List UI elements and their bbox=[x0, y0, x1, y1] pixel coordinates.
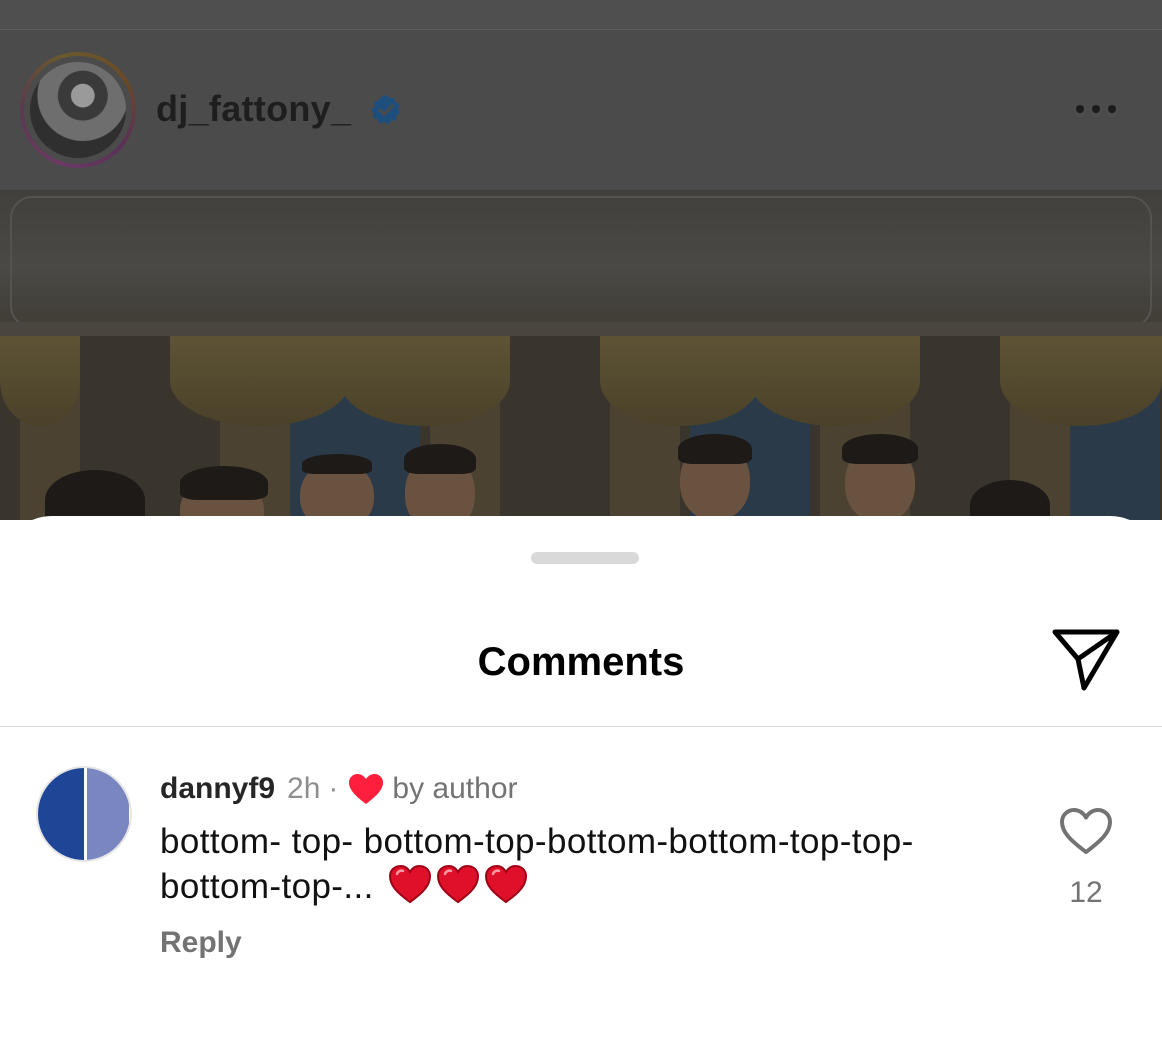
comment-body: bottom- top- bottom-top-bottom-bottom-to… bbox=[160, 822, 914, 906]
post-header: dj_fattony_ bbox=[0, 30, 1162, 190]
heart-outline-icon[interactable] bbox=[1058, 806, 1114, 856]
meta-separator: · bbox=[328, 772, 339, 805]
comment-time: 2h bbox=[287, 772, 321, 805]
sheet-divider bbox=[0, 726, 1162, 727]
post-username[interactable]: dj_fattony_ bbox=[156, 88, 351, 130]
reply-button[interactable]: Reply bbox=[160, 926, 242, 960]
commenter-avatar[interactable] bbox=[36, 766, 132, 862]
profile-avatar[interactable] bbox=[30, 62, 126, 158]
more-horizontal-icon[interactable] bbox=[1076, 96, 1132, 122]
status-bar-area bbox=[0, 0, 1162, 30]
send-icon[interactable] bbox=[1050, 626, 1122, 692]
emoji-heart-icon bbox=[484, 864, 527, 904]
emoji-heart-icon bbox=[388, 864, 431, 904]
story-ring[interactable] bbox=[20, 52, 136, 168]
sheet-title: Comments bbox=[477, 640, 685, 684]
heart-filled-icon bbox=[349, 774, 384, 804]
comments-sheet: Comments dannyf9 2h · by author bottom- … bbox=[0, 516, 1162, 1042]
liked-by-author-label: by author bbox=[392, 772, 518, 805]
sheet-grabber[interactable] bbox=[531, 552, 639, 564]
comment-username[interactable]: dannyf9 bbox=[160, 772, 275, 806]
verified-badge-icon bbox=[371, 95, 401, 125]
comment-text: bottom- top- bottom-top-bottom-bottom-to… bbox=[160, 820, 1020, 909]
comment-meta: dannyf9 2h · by author bbox=[160, 772, 518, 806]
post-photo[interactable] bbox=[0, 190, 1162, 520]
like-count: 12 bbox=[1069, 876, 1103, 909]
emoji-heart-icon bbox=[436, 864, 479, 904]
